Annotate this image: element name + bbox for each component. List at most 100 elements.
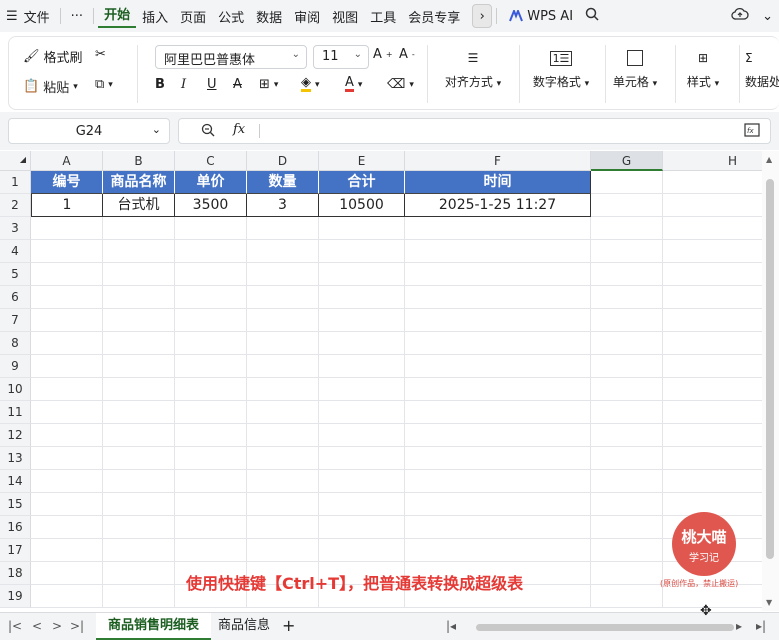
grid-cell[interactable]	[663, 194, 762, 217]
menu-more[interactable]: ···	[65, 9, 89, 24]
grid-cell[interactable]	[591, 447, 663, 470]
grid-cell[interactable]	[103, 516, 175, 539]
data-cell-total[interactable]: 10500	[319, 194, 405, 217]
font-color-button[interactable]: A ▾	[345, 76, 362, 92]
wps-ai-button[interactable]: WPS AI	[509, 9, 573, 24]
grid-cell[interactable]	[405, 470, 591, 493]
row-header[interactable]: 5	[0, 263, 31, 286]
grid-cell[interactable]	[31, 355, 103, 378]
grid-cell[interactable]	[319, 217, 405, 240]
row-header[interactable]: 6	[0, 286, 31, 309]
grid-cell[interactable]	[663, 263, 762, 286]
font-name-select[interactable]: 阿里巴巴普惠体 ⌄	[155, 45, 307, 69]
grid-cell[interactable]	[663, 378, 762, 401]
underline-icon[interactable]: U	[207, 77, 217, 92]
grid-cell[interactable]	[319, 447, 405, 470]
grid-cell[interactable]	[405, 263, 591, 286]
grid-cell[interactable]	[663, 424, 762, 447]
row-header[interactable]: 14	[0, 470, 31, 493]
grid-cell[interactable]	[319, 401, 405, 424]
grid-cell[interactable]	[319, 332, 405, 355]
header-cell-time[interactable]: 时间	[405, 171, 591, 194]
grid-cell[interactable]	[663, 217, 762, 240]
grid-cell[interactable]	[405, 378, 591, 401]
row-header[interactable]: 12	[0, 424, 31, 447]
next-sheet-icon[interactable]: >	[52, 619, 62, 633]
grid-cell[interactable]	[175, 286, 247, 309]
grid-cell[interactable]	[405, 424, 591, 447]
row-header[interactable]: 17	[0, 539, 31, 562]
grid-cell[interactable]	[31, 332, 103, 355]
tab-review[interactable]: 审阅	[288, 7, 326, 26]
grid-cell[interactable]	[405, 355, 591, 378]
scroll-up-icon[interactable]: ▲	[766, 155, 772, 164]
grid-cell[interactable]	[319, 470, 405, 493]
prev-sheet-icon[interactable]: <	[32, 619, 42, 633]
tab-home[interactable]: 开始	[98, 4, 137, 28]
column-header-c[interactable]: C	[175, 151, 247, 171]
row-header[interactable]: 4	[0, 240, 31, 263]
row-header[interactable]: 11	[0, 401, 31, 424]
grid-cell[interactable]	[175, 263, 247, 286]
grid-cell[interactable]	[103, 378, 175, 401]
row-header[interactable]: 13	[0, 447, 31, 470]
grid-cell[interactable]	[247, 401, 319, 424]
grid-cell[interactable]	[591, 493, 663, 516]
grid-cell[interactable]	[31, 447, 103, 470]
grid-cell[interactable]	[175, 240, 247, 263]
add-sheet-button[interactable]: +	[282, 616, 295, 635]
grid-cell[interactable]	[175, 539, 247, 562]
grid-cell[interactable]	[175, 447, 247, 470]
row-header[interactable]: 18	[0, 562, 31, 585]
expand-formula-icon[interactable]: fx	[744, 122, 760, 142]
grid-cell[interactable]	[175, 309, 247, 332]
data-cell-product[interactable]: 台式机	[103, 194, 175, 217]
vertical-scrollbar[interactable]: ▲ ▼	[762, 151, 779, 611]
grid-cell[interactable]	[103, 286, 175, 309]
grid-cell[interactable]	[247, 286, 319, 309]
grid-cell[interactable]	[31, 424, 103, 447]
grid-cell[interactable]	[405, 217, 591, 240]
grid-cell[interactable]	[103, 240, 175, 263]
grid-cell[interactable]	[319, 355, 405, 378]
fx-icon[interactable]: fx	[233, 122, 245, 137]
grid-cell[interactable]	[103, 447, 175, 470]
grid-cell[interactable]	[175, 355, 247, 378]
header-cell-quantity[interactable]: 数量	[247, 171, 319, 194]
clear-format-button[interactable]: ⌫ ▾	[387, 77, 414, 92]
grid-cell[interactable]	[319, 516, 405, 539]
column-header-g[interactable]: G	[591, 151, 663, 171]
tab-member[interactable]: 会员专享	[402, 7, 466, 26]
grid-cell[interactable]	[591, 171, 663, 194]
bold-icon[interactable]: B	[155, 77, 165, 92]
grid-cell[interactable]	[31, 217, 103, 240]
grid-cell[interactable]	[247, 378, 319, 401]
grid-cell[interactable]	[591, 286, 663, 309]
grid-cell[interactable]	[103, 493, 175, 516]
grid-cell[interactable]	[31, 585, 103, 608]
grid-cell[interactable]	[319, 240, 405, 263]
grid-cell[interactable]	[591, 332, 663, 355]
font-size-select[interactable]: 11 ⌄	[313, 45, 369, 69]
column-header-h[interactable]: H	[663, 151, 762, 171]
grid-cell[interactable]	[175, 378, 247, 401]
decrease-font-icon[interactable]: A-	[399, 47, 415, 62]
grid-cell[interactable]	[405, 447, 591, 470]
grid-cell[interactable]	[591, 194, 663, 217]
grid-cell[interactable]	[405, 309, 591, 332]
grid-cell[interactable]	[319, 263, 405, 286]
column-header-b[interactable]: B	[103, 151, 175, 171]
grid-cell[interactable]	[247, 217, 319, 240]
grid-cell[interactable]	[591, 309, 663, 332]
grid-cell[interactable]	[175, 493, 247, 516]
tab-formula[interactable]: 公式	[212, 7, 250, 26]
grid-cell[interactable]	[319, 286, 405, 309]
row-header[interactable]: 1	[0, 171, 31, 194]
tab-data[interactable]: 数据	[250, 7, 288, 26]
row-header[interactable]: 7	[0, 309, 31, 332]
column-header-d[interactable]: D	[247, 151, 319, 171]
grid-cell[interactable]	[247, 447, 319, 470]
grid-cell[interactable]	[175, 217, 247, 240]
sheet-tab-sales[interactable]: 商品销售明细表	[96, 613, 212, 640]
grid-cell[interactable]	[591, 470, 663, 493]
